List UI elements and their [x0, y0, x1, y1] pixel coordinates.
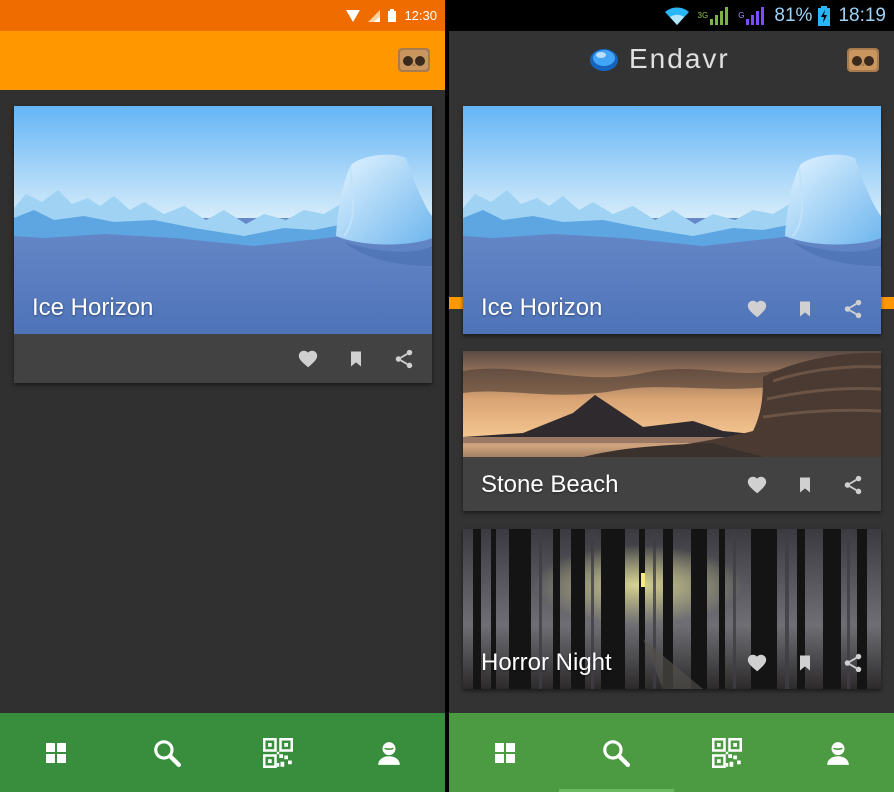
left-phone-screen: 12:30 Ice Horizon — [0, 0, 445, 792]
like-heart-icon[interactable] — [733, 648, 781, 678]
video-card-ice-horizon[interactable]: Ice Horizon — [14, 106, 432, 383]
video-card-horror-night[interactable]: Horror Night — [463, 529, 881, 689]
list-accent-left — [449, 297, 463, 309]
cell-signal-icon — [710, 6, 730, 25]
battery-percent: 81% — [774, 4, 813, 26]
bookmark-icon[interactable] — [781, 294, 829, 324]
card-actions — [284, 344, 428, 374]
cell-signal-2-icon — [746, 6, 766, 25]
battery-charging-icon — [818, 5, 831, 26]
bookmark-icon[interactable] — [781, 648, 829, 678]
bookmark-icon[interactable] — [332, 344, 380, 374]
nav-grid-icon[interactable] — [0, 713, 111, 792]
nav-search-icon[interactable] — [560, 713, 671, 792]
wifi-icon — [664, 7, 690, 25]
bottom-navigation — [0, 713, 445, 792]
cardboard-vr-icon[interactable] — [397, 45, 431, 75]
endavr-logo-icon — [590, 49, 618, 71]
network-type-3g: 3G — [697, 11, 709, 20]
cardboard-vr-icon[interactable] — [846, 45, 880, 75]
nav-profile-icon[interactable] — [334, 713, 445, 792]
status-time: 12:30 — [404, 8, 437, 23]
battery-icon — [388, 9, 397, 22]
card-title: Stone Beach — [481, 471, 619, 498]
app-toolbar — [0, 31, 445, 90]
like-heart-icon[interactable] — [284, 344, 332, 374]
status-time: 18:19 — [838, 4, 886, 26]
right-phone-screen: 3G G 81% 18:19 Endavr Ice Horizon Stone … — [449, 0, 894, 792]
status-bar: 12:30 — [0, 0, 445, 31]
card-actions — [733, 470, 877, 500]
nav-grid-icon[interactable] — [449, 713, 560, 792]
app-title: Endavr — [629, 43, 730, 74]
card-title: Horror Night — [481, 649, 612, 676]
card-actions — [733, 294, 877, 324]
like-heart-icon[interactable] — [733, 470, 781, 500]
like-heart-icon[interactable] — [733, 294, 781, 324]
app-toolbar: Endavr — [449, 31, 894, 90]
app-brand: Endavr — [589, 43, 730, 75]
card-actions — [733, 648, 877, 678]
wifi-icon — [346, 9, 361, 22]
share-icon[interactable] — [829, 470, 877, 500]
cell-signal-icon — [368, 9, 381, 22]
status-bar: 3G G 81% 18:19 — [449, 0, 894, 31]
nav-qr-code-icon[interactable] — [672, 713, 783, 792]
share-icon[interactable] — [380, 344, 428, 374]
nav-qr-code-icon[interactable] — [223, 713, 334, 792]
network-type-g: G — [738, 11, 745, 20]
card-title: Ice Horizon — [32, 294, 154, 321]
card-thumbnail — [463, 351, 881, 457]
list-accent-right — [880, 297, 894, 309]
share-icon[interactable] — [829, 648, 877, 678]
nav-profile-icon[interactable] — [783, 713, 894, 792]
video-card-stone-beach[interactable]: Stone Beach — [463, 351, 881, 511]
card-title: Ice Horizon — [481, 294, 603, 321]
nav-search-icon[interactable] — [111, 713, 222, 792]
bottom-navigation — [449, 713, 894, 792]
video-card-ice-horizon[interactable]: Ice Horizon — [463, 106, 881, 334]
bookmark-icon[interactable] — [781, 470, 829, 500]
share-icon[interactable] — [829, 294, 877, 324]
